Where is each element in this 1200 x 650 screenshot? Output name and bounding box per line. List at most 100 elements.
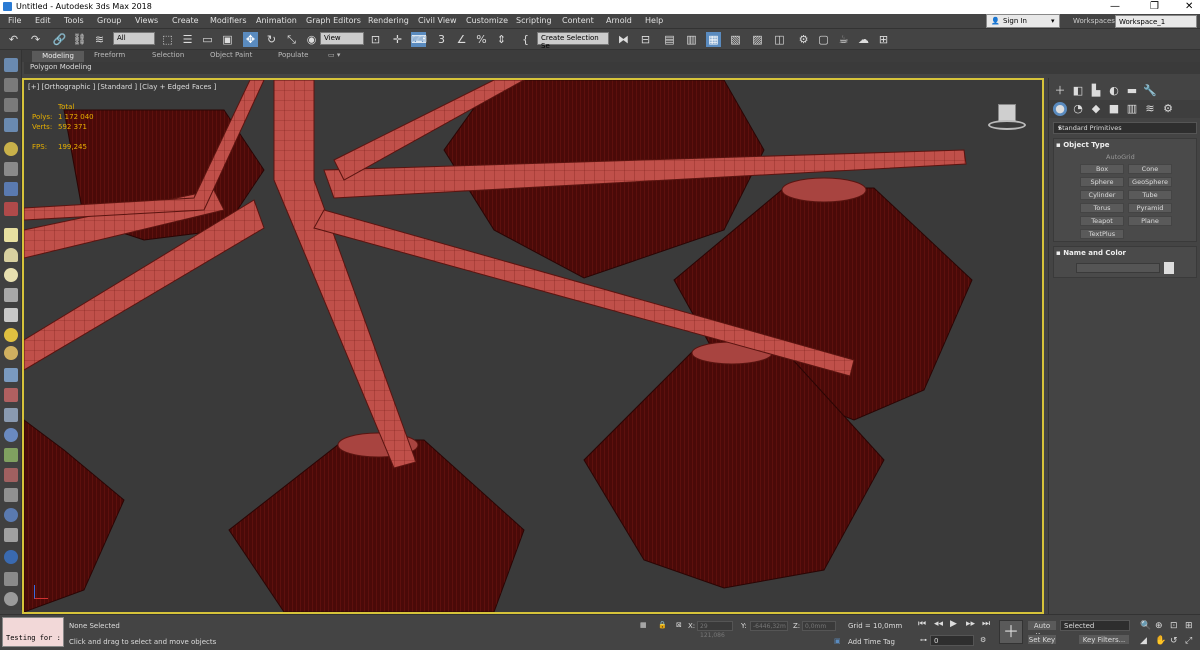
manipulate-icon[interactable]: ✛ (390, 32, 405, 47)
layer-explorer-icon[interactable]: ▥ (684, 32, 699, 47)
pan-icon[interactable]: ✋ (1155, 636, 1166, 646)
utilities-tab-icon[interactable]: 🔧 (1143, 84, 1157, 98)
box-button[interactable]: Box (1080, 164, 1124, 174)
menu-animation[interactable]: Animation (256, 16, 297, 25)
cone-button[interactable]: Cone (1128, 164, 1172, 174)
menu-graph-editors[interactable]: Graph Editors (306, 16, 361, 25)
absolute-mode-icon[interactable]: ⊠ (676, 621, 682, 629)
ribbon-options-icon[interactable]: ▭ ▾ (328, 51, 340, 59)
helpers-tab-icon[interactable]: ▥ (1125, 102, 1139, 116)
menu-content[interactable]: Content (562, 16, 594, 25)
zoom-extents-all-icon[interactable]: ⊞ (1185, 621, 1193, 631)
menu-edit[interactable]: Edit (35, 16, 51, 25)
select-rotate-icon[interactable]: ↻ (264, 32, 279, 47)
spacewarps-icon[interactable] (4, 202, 18, 216)
material-editor-icon[interactable]: ◫ (772, 32, 787, 47)
spacewarps-tab-icon[interactable]: ≋ (1143, 102, 1157, 116)
tab-freeform[interactable]: Freeform (94, 51, 125, 59)
percent-snap-icon[interactable]: % (474, 32, 489, 47)
placement-icon[interactable]: ◉ (304, 32, 319, 47)
sphere-button[interactable]: Sphere (1080, 177, 1124, 187)
snaps-toggle-icon[interactable]: 3 (434, 32, 449, 47)
set-keys-icon[interactable]: ＋ (999, 620, 1023, 644)
orbit-icon[interactable]: ↺ (1170, 636, 1178, 646)
window-crossing-icon[interactable]: ▣ (220, 32, 235, 47)
cloth-icon[interactable] (4, 468, 18, 482)
globe-icon[interactable] (4, 428, 18, 442)
viewport-label[interactable]: [+] [Orthographic ] [Standard ] [Clay + … (28, 83, 216, 91)
viewcube[interactable] (986, 100, 1026, 136)
tube-button[interactable]: Tube (1128, 190, 1172, 200)
auto-key-button[interactable]: Auto Key (1027, 620, 1057, 640)
zoom-icon[interactable]: 🔍 (1140, 621, 1151, 631)
zoom-all-icon[interactable]: ⊕ (1155, 621, 1163, 631)
zoom-extents-icon[interactable]: ⊡ (1170, 621, 1178, 631)
redo-icon[interactable]: ↷ (28, 32, 43, 47)
sun-icon[interactable] (4, 328, 18, 342)
rendered-frame-icon[interactable]: ▢ (816, 32, 831, 47)
x-coord-input[interactable]: 29 121,086 (697, 621, 733, 639)
systems-icon[interactable]: ⚙ (1161, 102, 1175, 116)
motion-icon[interactable] (4, 118, 18, 132)
align-icon[interactable]: ⊟ (638, 32, 653, 47)
cameras-icon[interactable]: ■ (1107, 102, 1121, 116)
menu-civil-view[interactable]: Civil View (418, 16, 457, 25)
box-icon[interactable] (4, 228, 18, 242)
texture-icon[interactable] (4, 488, 18, 502)
category-dropdown[interactable]: Standard Primitives ▾ (1053, 122, 1197, 134)
pyramid-button[interactable]: Pyramid (1128, 203, 1172, 213)
menu-scripting[interactable]: Scripting (516, 16, 552, 25)
menu-modifiers[interactable]: Modifiers (210, 16, 247, 25)
go-to-end-icon[interactable]: ⏭ (982, 619, 990, 629)
ball-icon[interactable] (4, 550, 18, 564)
link-icon[interactable]: 🔗 (52, 32, 67, 47)
add-time-tag[interactable]: Add Time Tag (848, 638, 895, 646)
lock-icon[interactable]: 🔒 (658, 621, 667, 629)
object-color-swatch[interactable] (1164, 262, 1174, 274)
spinner-snap-icon[interactable]: ⇕ (494, 32, 509, 47)
menu-views[interactable]: Views (135, 16, 158, 25)
menu-arnold[interactable]: Arnold (606, 16, 632, 25)
display-icon[interactable] (4, 572, 18, 586)
name-color-title[interactable]: ▪ Name and Color (1056, 249, 1126, 257)
object-type-title[interactable]: ▪ Object Type (1056, 141, 1110, 149)
geometry-icon[interactable]: ● (1053, 102, 1067, 116)
dynamics-icon[interactable] (4, 388, 18, 402)
prev-frame-icon[interactable]: ◂◂ (934, 619, 943, 629)
torus-button[interactable]: Torus (1080, 203, 1124, 213)
render-iterative-icon[interactable]: ☁ (856, 32, 871, 47)
edit-named-sets-icon[interactable]: { (518, 32, 533, 47)
sign-in-dropdown[interactable]: 👤 Sign In ▾ (986, 14, 1060, 28)
select-scale-icon[interactable]: ⤡ (284, 32, 299, 47)
set-key-button[interactable]: Set Key (1027, 634, 1057, 645)
go-to-start-icon[interactable]: ⏮ (918, 619, 926, 629)
angle-snap-icon[interactable]: ∠ (454, 32, 469, 47)
menu-group[interactable]: Group (97, 16, 121, 25)
cylinder-button[interactable]: Cylinder (1080, 190, 1124, 200)
close-button[interactable]: ✕ (1185, 1, 1193, 12)
plane-button[interactable]: Plane (1128, 216, 1172, 226)
menu-file[interactable]: File (8, 16, 21, 25)
workspace-dropdown[interactable]: Workspace_1 (1115, 15, 1197, 28)
tab-populate[interactable]: Populate (278, 51, 308, 59)
polygon-modeling-label[interactable]: Polygon Modeling (30, 63, 92, 71)
select-by-name-icon[interactable]: ☰ (180, 32, 195, 47)
menu-help[interactable]: Help (645, 16, 663, 25)
geosphere-button[interactable]: GeoSphere (1128, 177, 1172, 187)
sphere-blue-icon[interactable] (4, 508, 18, 522)
menu-rendering[interactable]: Rendering (368, 16, 409, 25)
display-tab-icon[interactable]: ▬ (1125, 84, 1139, 98)
mirror-icon[interactable]: ⧓ (616, 32, 631, 47)
bind-spacewarp-icon[interactable]: ≋ (92, 32, 107, 47)
dome-icon[interactable] (4, 248, 18, 262)
cone-icon[interactable] (4, 308, 18, 322)
create-panel-icon[interactable] (4, 58, 18, 72)
next-frame-icon[interactable]: ▸▸ (966, 619, 975, 629)
rect-selection-icon[interactable]: ▭ (200, 32, 215, 47)
motion-tab-icon[interactable]: ◐ (1107, 84, 1121, 98)
modify-tab-icon[interactable]: ◧ (1071, 84, 1085, 98)
scene-explorer-icon[interactable]: ▤ (662, 32, 677, 47)
select-move-icon[interactable]: ✥ (243, 32, 258, 47)
menu-customize[interactable]: Customize (466, 16, 508, 25)
toggle-ribbon-icon[interactable]: ▦ (706, 32, 721, 47)
